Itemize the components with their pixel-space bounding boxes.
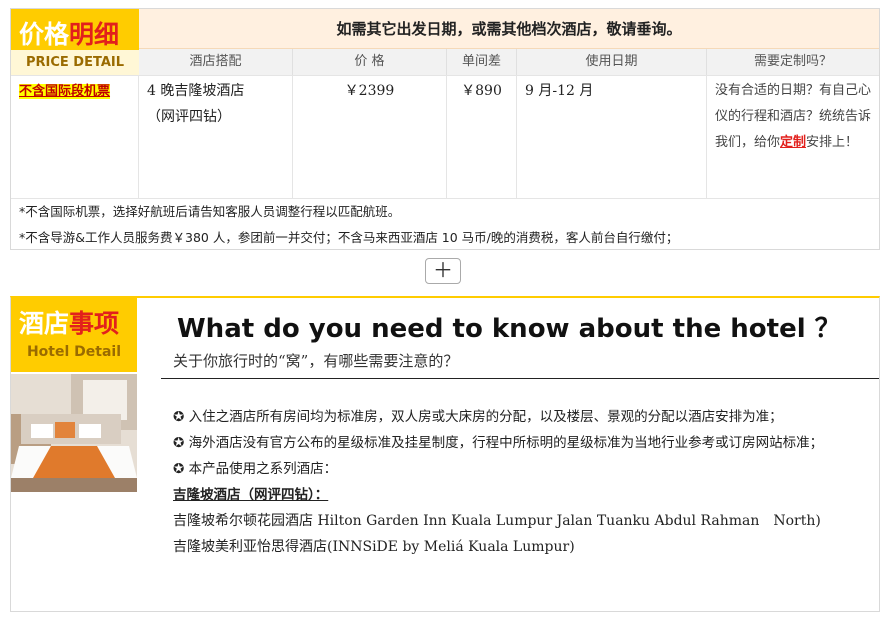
- cell-custom: 没有合适的日期？有自己心仪的行程和酒店？统统告诉我们，给你定制安排上！: [707, 76, 879, 198]
- star-bullet-icon: ✪: [173, 435, 185, 451]
- custom-link[interactable]: 定制: [780, 135, 806, 150]
- header-custom: 需要定制吗？: [753, 54, 832, 69]
- star-bullet-icon: ✪: [173, 461, 185, 477]
- hotel-divider: [161, 378, 879, 379]
- hotel-detail-label: 酒店事项 Hotel Detail: [11, 298, 137, 372]
- header-dates: 使用日期: [517, 49, 707, 75]
- header-hotel: 酒店搭配: [139, 49, 293, 75]
- price-note: *不含国际机票，选择好航班后请告知客服人员调整行程以匹配航班。: [19, 204, 401, 219]
- single-supplement-value: ￥890: [461, 83, 502, 99]
- price-detail-label: 价格明细 PRICE DETAIL: [11, 9, 139, 75]
- hotel-room-image: [11, 374, 137, 492]
- price-notes: *不含国际机票，选择好航班后请告知客服人员调整行程以匹配航班。 *不含导游&工作…: [11, 199, 879, 251]
- price-label-cn-a: 价格: [19, 20, 70, 49]
- cell-hotel: 4 晚吉隆坡酒店 （网评四钻）: [139, 76, 293, 198]
- custom-text-b: 安排上！: [806, 135, 859, 150]
- hotel-label-cn-b: 事项: [69, 309, 120, 338]
- hotel-line2: （网评四钻）: [147, 109, 231, 125]
- hotel-bullet-item: ✪ 本产品使用之系列酒店：: [173, 461, 338, 477]
- dates-value: 9 月-12 月: [525, 83, 594, 99]
- price-table-row: 不含国际段机票 4 晚吉隆坡酒店 （网评四钻） ￥2399 ￥890 9 月-1…: [11, 75, 879, 199]
- expand-button[interactable]: ＋: [425, 258, 461, 284]
- price-table-header: 酒店搭配 价 格 单间差 使用日期 需要定制吗？: [139, 49, 879, 75]
- header-single-supplement: 单间差: [447, 49, 517, 75]
- cell-tag: 不含国际段机票: [11, 76, 139, 198]
- hotel-bullet-item: ✪ 海外酒店没有官方公布的星级标准及挂星制度，行程中所标明的星级标准为当地行业参…: [173, 435, 824, 451]
- star-bullet-icon: ✪: [173, 409, 185, 425]
- hotel-subtitle: 关于你旅行时的“窝”，有哪些需要注意的？: [173, 352, 459, 370]
- no-flight-tag[interactable]: 不含国际段机票: [19, 84, 111, 99]
- hotel-group-heading: 吉隆坡酒店（网评四钻）：: [173, 487, 329, 503]
- cell-price: ￥2399: [293, 76, 447, 198]
- price-label-cn-b: 明细: [69, 20, 120, 49]
- price-detail-section: 价格明细 PRICE DETAIL 如需其它出发日期，或需其他档次酒店，敬请垂询…: [10, 8, 880, 250]
- hotel-title: What do you need to know about the hotel…: [177, 314, 841, 344]
- header-price: 价 格: [293, 49, 447, 75]
- price-notice: 如需其它出发日期，或需其他档次酒店，敬请垂询。: [139, 9, 879, 49]
- hotel-name-item: 吉隆坡美利亚怡思得酒店(INNSiDE by Meliá Kuala Lumpu…: [173, 539, 575, 555]
- hotel-bullet-item: ✪ 入住之酒店所有房间均为标准房，双人房或大床房的分配，以及楼层、景观的分配以酒…: [173, 409, 783, 425]
- hotel-line1: 4 晚吉隆坡酒店: [147, 83, 245, 99]
- hotel-detail-section: 酒店事项 Hotel Detail What do you need to kn…: [10, 296, 880, 612]
- hotel-room-illustration: [11, 374, 137, 492]
- price-note: *不含导游&工作人员服务费￥380 人，参团前一并交付；不含马来西亚酒店 10 …: [19, 230, 679, 245]
- hotel-info-list: ✪ 入住之酒店所有房间均为标准房，双人房或大床房的分配，以及楼层、景观的分配以酒…: [173, 404, 873, 560]
- cell-dates: 9 月-12 月: [517, 76, 707, 198]
- price-value: ￥2399: [344, 83, 395, 99]
- hotel-label-en: Hotel Detail: [26, 344, 122, 360]
- cell-single-supplement: ￥890: [447, 76, 517, 198]
- hotel-name-item: 吉隆坡希尔顿花园酒店 Hilton Garden Inn Kuala Lumpu…: [173, 513, 821, 529]
- price-label-en: PRICE DETAIL: [11, 49, 139, 75]
- hotel-label-cn-a: 酒店: [19, 309, 70, 338]
